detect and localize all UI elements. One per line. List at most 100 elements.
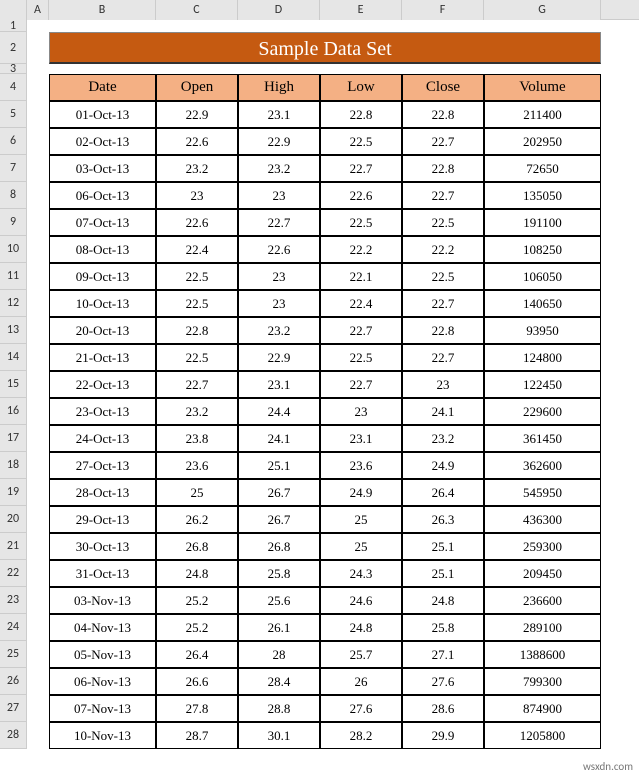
cell[interactable]: 25.8 bbox=[238, 560, 320, 587]
cell[interactable]: 23.2 bbox=[238, 155, 320, 182]
cell[interactable]: 22.7 bbox=[402, 182, 484, 209]
cell[interactable]: 124800 bbox=[484, 344, 601, 371]
cell[interactable]: 22.5 bbox=[320, 128, 402, 155]
cell[interactable]: 259300 bbox=[484, 533, 601, 560]
cell[interactable]: 22.9 bbox=[238, 128, 320, 155]
cell[interactable]: 25.8 bbox=[402, 614, 484, 641]
cell[interactable]: 26.2 bbox=[156, 506, 238, 533]
cell[interactable]: 09-Oct-13 bbox=[49, 263, 156, 290]
cell[interactable]: 28.4 bbox=[238, 668, 320, 695]
cell[interactable]: 30.1 bbox=[238, 722, 320, 749]
cell[interactable]: 22.6 bbox=[238, 236, 320, 263]
cell[interactable]: 211400 bbox=[484, 101, 601, 128]
row-header-2[interactable]: 2 bbox=[0, 32, 26, 64]
cell[interactable]: 01-Oct-13 bbox=[49, 101, 156, 128]
cell[interactable]: 22.2 bbox=[402, 236, 484, 263]
cell[interactable]: 22.7 bbox=[320, 317, 402, 344]
header-date[interactable]: Date bbox=[49, 74, 156, 101]
cell[interactable]: 22.9 bbox=[156, 101, 238, 128]
cell[interactable]: 26.8 bbox=[156, 533, 238, 560]
cell[interactable]: 436300 bbox=[484, 506, 601, 533]
row-header-3[interactable]: 3 bbox=[0, 64, 26, 74]
cell[interactable]: 23 bbox=[402, 371, 484, 398]
cell[interactable]: 22.4 bbox=[156, 236, 238, 263]
row-header-14[interactable]: 14 bbox=[0, 344, 26, 371]
cell[interactable]: 24.8 bbox=[320, 614, 402, 641]
row-header-10[interactable]: 10 bbox=[0, 236, 26, 263]
cell[interactable]: 22.5 bbox=[156, 263, 238, 290]
row-header-16[interactable]: 16 bbox=[0, 398, 26, 425]
cell[interactable]: 21-Oct-13 bbox=[49, 344, 156, 371]
cell[interactable]: 23 bbox=[238, 263, 320, 290]
cell[interactable]: 72650 bbox=[484, 155, 601, 182]
cell[interactable]: 22.5 bbox=[402, 263, 484, 290]
cell[interactable]: 27.6 bbox=[402, 668, 484, 695]
select-all-corner[interactable] bbox=[0, 0, 27, 20]
cell[interactable]: 26.8 bbox=[238, 533, 320, 560]
cell[interactable]: 22.7 bbox=[320, 371, 402, 398]
cell[interactable]: 22.5 bbox=[156, 344, 238, 371]
cell[interactable]: 22.6 bbox=[156, 128, 238, 155]
row-header-9[interactable]: 9 bbox=[0, 209, 26, 236]
row-header-28[interactable]: 28 bbox=[0, 722, 26, 749]
row-header-12[interactable]: 12 bbox=[0, 290, 26, 317]
cell[interactable]: 22.8 bbox=[156, 317, 238, 344]
cell[interactable]: 26.7 bbox=[238, 479, 320, 506]
cell[interactable]: 25.6 bbox=[238, 587, 320, 614]
cell[interactable]: 31-Oct-13 bbox=[49, 560, 156, 587]
cell[interactable]: 22.6 bbox=[320, 182, 402, 209]
cell[interactable]: 26.7 bbox=[238, 506, 320, 533]
cell[interactable]: 24.9 bbox=[320, 479, 402, 506]
cell[interactable]: 289100 bbox=[484, 614, 601, 641]
cell[interactable]: 03-Nov-13 bbox=[49, 587, 156, 614]
row-header-18[interactable]: 18 bbox=[0, 452, 26, 479]
cell[interactable]: 140650 bbox=[484, 290, 601, 317]
column-header-A[interactable]: A bbox=[27, 0, 49, 20]
row-header-13[interactable]: 13 bbox=[0, 317, 26, 344]
cell[interactable]: 26.3 bbox=[402, 506, 484, 533]
cell[interactable]: 24-Oct-13 bbox=[49, 425, 156, 452]
cell[interactable]: 22.7 bbox=[402, 290, 484, 317]
cell[interactable]: 236600 bbox=[484, 587, 601, 614]
cell[interactable]: 10-Nov-13 bbox=[49, 722, 156, 749]
cell[interactable]: 22.8 bbox=[402, 155, 484, 182]
cell[interactable]: 23.1 bbox=[320, 425, 402, 452]
cell[interactable]: 22.7 bbox=[320, 155, 402, 182]
cell[interactable]: 30-Oct-13 bbox=[49, 533, 156, 560]
cell[interactable]: 23.1 bbox=[238, 371, 320, 398]
cell[interactable]: 22.7 bbox=[238, 209, 320, 236]
sheet-content[interactable]: Sample Data Set Date Open High Low Close… bbox=[27, 20, 601, 749]
cell[interactable]: 29.9 bbox=[402, 722, 484, 749]
cell[interactable]: 25 bbox=[320, 506, 402, 533]
cell[interactable]: 22.4 bbox=[320, 290, 402, 317]
row-header-21[interactable]: 21 bbox=[0, 533, 26, 560]
cell[interactable]: 23.2 bbox=[156, 398, 238, 425]
cell[interactable]: 27.8 bbox=[156, 695, 238, 722]
cell[interactable]: 22.6 bbox=[156, 209, 238, 236]
cell[interactable]: 22.5 bbox=[156, 290, 238, 317]
row-header-25[interactable]: 25 bbox=[0, 641, 26, 668]
cell[interactable]: 191100 bbox=[484, 209, 601, 236]
cell[interactable]: 23.6 bbox=[156, 452, 238, 479]
row-header-19[interactable]: 19 bbox=[0, 479, 26, 506]
row-header-24[interactable]: 24 bbox=[0, 614, 26, 641]
row-header-22[interactable]: 22 bbox=[0, 560, 26, 587]
cell[interactable]: 361450 bbox=[484, 425, 601, 452]
cell[interactable]: 23.2 bbox=[156, 155, 238, 182]
cell[interactable]: 22.2 bbox=[320, 236, 402, 263]
cell[interactable]: 23 bbox=[238, 182, 320, 209]
cell[interactable]: 22.7 bbox=[402, 344, 484, 371]
cell[interactable]: 26.4 bbox=[402, 479, 484, 506]
header-high[interactable]: High bbox=[238, 74, 320, 101]
cell[interactable]: 25.1 bbox=[238, 452, 320, 479]
cell[interactable]: 202950 bbox=[484, 128, 601, 155]
cell[interactable]: 23 bbox=[238, 290, 320, 317]
cell[interactable]: 27.6 bbox=[320, 695, 402, 722]
row-header-11[interactable]: 11 bbox=[0, 263, 26, 290]
row-header-26[interactable]: 26 bbox=[0, 668, 26, 695]
cell[interactable]: 22.8 bbox=[320, 101, 402, 128]
cell[interactable]: 24.8 bbox=[402, 587, 484, 614]
header-low[interactable]: Low bbox=[320, 74, 402, 101]
cell[interactable]: 10-Oct-13 bbox=[49, 290, 156, 317]
row-header-7[interactable]: 7 bbox=[0, 155, 26, 182]
